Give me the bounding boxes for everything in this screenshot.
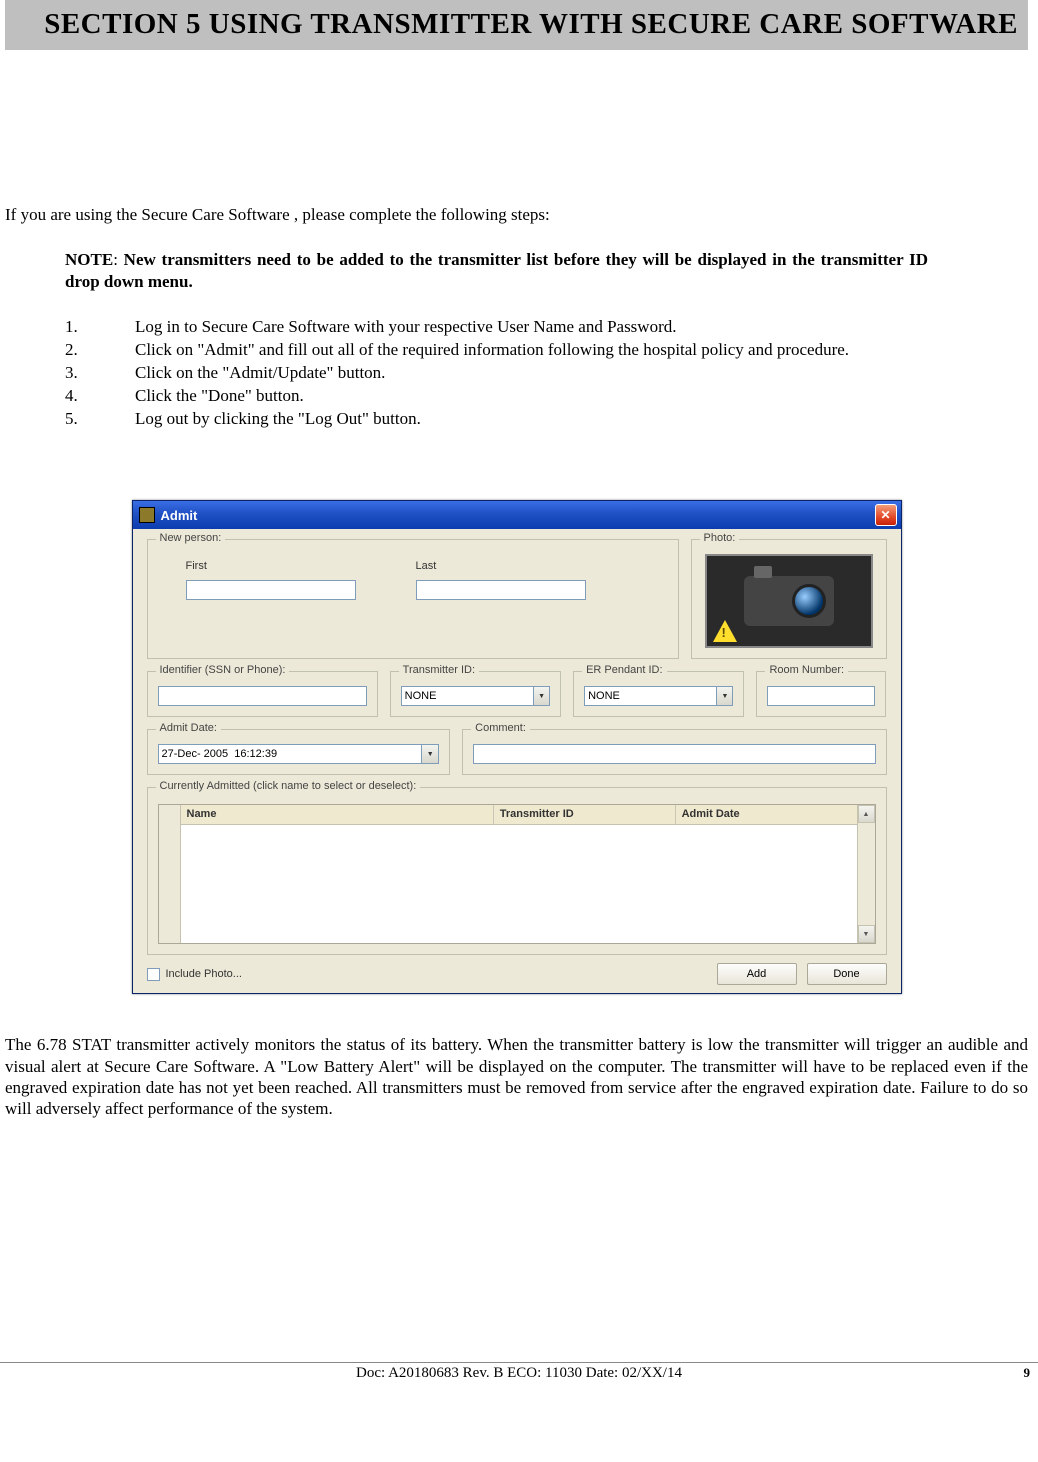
section-header: SECTION 5 USING TRANSMITTER WITH SECURE …	[5, 0, 1028, 50]
note-block: NOTE: New transmitters need to be added …	[65, 249, 928, 292]
comment-fieldset: Comment:	[462, 729, 886, 775]
admit-date-input[interactable]	[158, 744, 423, 764]
new-person-fieldset: New person: First Last	[147, 539, 679, 659]
first-input[interactable]	[186, 580, 356, 600]
fieldset-legend: Identifier (SSN or Phone):	[156, 664, 290, 676]
camera-icon	[744, 576, 834, 626]
last-label: Last	[416, 560, 586, 572]
fieldset-legend: Transmitter ID:	[399, 664, 479, 676]
col-name[interactable]: Name	[181, 805, 494, 824]
identifier-input[interactable]	[158, 686, 367, 706]
comment-input[interactable]	[473, 744, 875, 764]
step-text: Click the "Done" button.	[135, 385, 304, 408]
step-text: Log in to Secure Care Software with your…	[135, 316, 677, 339]
admitted-table[interactable]: Name Transmitter ID Admit Date ▲ ▼	[158, 804, 876, 944]
steps-list: 1.Log in to Secure Care Software with yo…	[65, 316, 1028, 431]
fieldset-legend: ER Pendant ID:	[582, 664, 666, 676]
scrollbar[interactable]: ▲ ▼	[857, 805, 875, 943]
row-selector-gutter[interactable]	[159, 805, 181, 943]
table-header: Name Transmitter ID Admit Date	[181, 805, 857, 825]
table-body[interactable]	[181, 825, 857, 943]
col-transmitter-id[interactable]: Transmitter ID	[494, 805, 676, 824]
chevron-down-icon[interactable]: ▼	[422, 744, 439, 764]
include-photo-checkbox[interactable]: Include Photo...	[147, 968, 242, 981]
footer-doc-info: Doc: A20180683 Rev. B ECO: 11030 Date: 0…	[356, 1365, 682, 1382]
fieldset-legend: Photo:	[700, 532, 740, 544]
scroll-up-icon[interactable]: ▲	[858, 805, 875, 823]
admit-window: Admit ✕ New person: First	[132, 500, 902, 994]
last-input[interactable]	[416, 580, 586, 600]
fieldset-legend: Room Number:	[765, 664, 848, 676]
first-label: First	[186, 560, 356, 572]
scroll-track[interactable]	[858, 823, 875, 925]
titlebar[interactable]: Admit ✕	[133, 501, 901, 529]
footer-page-number: 9	[1024, 1365, 1031, 1381]
checkbox-icon	[147, 968, 160, 981]
about-paragraph: The 6.78 STAT transmitter actively monit…	[5, 1034, 1028, 1119]
list-item: 2.Click on "Admit" and fill out all of t…	[65, 339, 1028, 362]
fieldset-legend: Comment:	[471, 722, 530, 734]
chevron-down-icon[interactable]: ▼	[534, 686, 550, 706]
intro-text: If you are using the Secure Care Softwar…	[5, 205, 1028, 225]
identifier-fieldset: Identifier (SSN or Phone):	[147, 671, 378, 717]
note-text: New transmitters need to be added to the…	[65, 250, 928, 290]
admit-date-fieldset: Admit Date: ▼	[147, 729, 451, 775]
room-number-input[interactable]	[767, 686, 875, 706]
step-text: Click on "Admit" and fill out all of the…	[135, 339, 849, 362]
fieldset-legend: Currently Admitted (click name to select…	[156, 780, 421, 792]
scroll-down-icon[interactable]: ▼	[858, 925, 875, 943]
er-pendant-id-select[interactable]	[584, 686, 717, 706]
fieldset-legend: Admit Date:	[156, 722, 221, 734]
window-title: Admit	[161, 508, 198, 523]
fieldset-legend: New person:	[156, 532, 226, 544]
transmitter-id-select[interactable]	[401, 686, 534, 706]
transmitter-id-fieldset: Transmitter ID: ▼	[390, 671, 561, 717]
note-label: NOTE	[65, 250, 113, 269]
col-admit-date[interactable]: Admit Date	[676, 805, 857, 824]
list-item: 5.Log out by clicking the "Log Out" butt…	[65, 408, 1028, 431]
list-item: 3.Click on the "Admit/Update" button.	[65, 362, 1028, 385]
chevron-down-icon[interactable]: ▼	[717, 686, 733, 706]
footer: Doc: A20180683 Rev. B ECO: 11030 Date: 0…	[0, 1362, 1038, 1382]
room-number-fieldset: Room Number:	[756, 671, 886, 717]
photo-placeholder[interactable]: !	[705, 554, 873, 648]
app-icon	[139, 507, 155, 523]
add-button[interactable]: Add	[717, 963, 797, 985]
list-item: 1.Log in to Secure Care Software with yo…	[65, 316, 1028, 339]
close-button[interactable]: ✕	[875, 504, 897, 526]
include-photo-label: Include Photo...	[166, 968, 242, 980]
close-icon: ✕	[880, 508, 890, 522]
er-pendant-id-fieldset: ER Pendant ID: ▼	[573, 671, 744, 717]
step-text: Log out by clicking the "Log Out" button…	[135, 408, 421, 431]
photo-fieldset: Photo: !	[691, 539, 887, 659]
step-text: Click on the "Admit/Update" button.	[135, 362, 385, 385]
warning-exclaim: !	[722, 625, 726, 640]
list-item: 4.Click the "Done" button.	[65, 385, 1028, 408]
currently-admitted-fieldset: Currently Admitted (click name to select…	[147, 787, 887, 955]
done-button[interactable]: Done	[807, 963, 887, 985]
